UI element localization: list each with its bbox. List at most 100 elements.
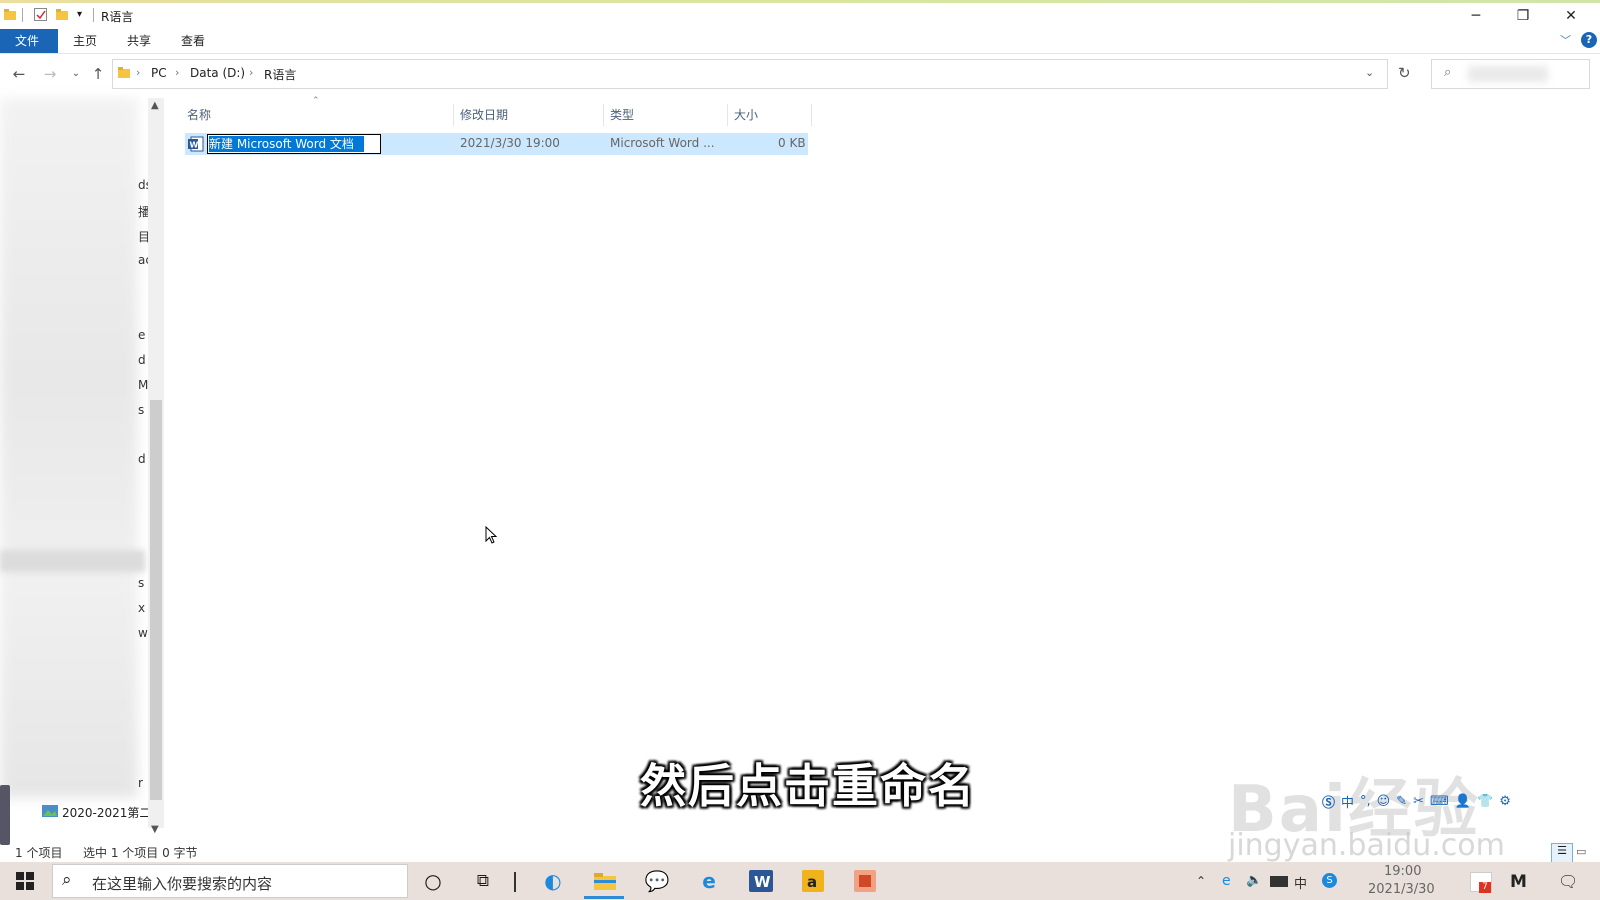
- ime-mode[interactable]: 中: [1341, 792, 1354, 811]
- nav-item-fragment[interactable]: e: [138, 328, 145, 342]
- taskbar-divider: [514, 872, 516, 892]
- tab-share[interactable]: 共享: [112, 29, 166, 53]
- edge-browser-icon[interactable]: ◐: [538, 866, 568, 896]
- svg-text:W: W: [190, 141, 199, 150]
- window-title: R语言: [101, 10, 134, 24]
- task-view-icon[interactable]: ⧉: [468, 866, 498, 896]
- nav-selected-item[interactable]: [0, 550, 145, 572]
- close-button[interactable]: ✕: [1548, 3, 1594, 29]
- clock-time[interactable]: 19:00: [1384, 864, 1421, 879]
- file-explorer-icon[interactable]: [590, 866, 620, 896]
- qa-divider-2: [93, 8, 94, 22]
- ime-skin-icon[interactable]: 👕: [1477, 794, 1493, 809]
- nav-folder-picture-icon: [42, 804, 58, 821]
- watermark-url: jingyan.baidu.com: [1228, 828, 1505, 863]
- video-caption: 然后点击重命名: [640, 759, 976, 813]
- powerpoint-app-icon[interactable]: [850, 866, 880, 896]
- column-header-date[interactable]: 修改日期: [454, 104, 604, 126]
- breadcrumb-chevron-icon: ›: [249, 66, 254, 79]
- taskbar-search-icon: ⌕: [62, 870, 72, 890]
- svg-text:a: a: [807, 873, 817, 891]
- ime-settings-icon[interactable]: ⚙: [1499, 794, 1511, 809]
- breadcrumb-drive[interactable]: Data (D:): [190, 66, 245, 80]
- nav-folder-item[interactable]: 2020-2021第二: [62, 804, 151, 821]
- address-divider: [1387, 59, 1388, 89]
- battery-icon[interactable]: [1270, 876, 1288, 887]
- ime-user-icon[interactable]: 👤: [1455, 794, 1471, 809]
- breadcrumb-chevron-icon: ›: [136, 66, 141, 79]
- nav-item-fragment[interactable]: x: [138, 601, 145, 615]
- cortana-icon[interactable]: ○: [418, 866, 448, 896]
- amazon-app-icon[interactable]: a: [798, 866, 828, 896]
- clock-date[interactable]: 2021/3/30: [1368, 882, 1435, 897]
- taskbar-search-placeholder[interactable]: 在这里输入你要搜索的内容: [92, 873, 272, 894]
- recent-locations-icon[interactable]: ⌄: [66, 64, 86, 84]
- nav-item-fragment[interactable]: s: [138, 576, 144, 590]
- wechat-icon[interactable]: 💬: [642, 866, 672, 896]
- forward-button[interactable]: →: [40, 64, 60, 84]
- tray-overflow-icon[interactable]: ⌃: [1196, 874, 1206, 888]
- ime-toolbar: Ⓢ 中 °, ☺ ✎ ✂ ⌨ 👤 👕 ⚙: [1322, 789, 1598, 813]
- rename-input-selected-text[interactable]: 新建 Microsoft Word 文档: [209, 136, 364, 152]
- sogou-tray-icon[interactable]: S: [1322, 873, 1337, 888]
- properties-icon[interactable]: [34, 8, 47, 21]
- minimize-button[interactable]: ─: [1453, 3, 1499, 29]
- navigation-pane-blurred: [0, 98, 138, 798]
- nav-item-fragment[interactable]: s: [138, 403, 144, 417]
- tray-ie-icon[interactable]: e: [1222, 873, 1231, 889]
- status-item-count: 1 个项目: [15, 846, 63, 860]
- word-file-icon: W: [188, 136, 204, 155]
- column-header-size[interactable]: 大小: [728, 104, 812, 126]
- file-size: 0 KB: [778, 136, 806, 150]
- column-header-type[interactable]: 类型: [604, 104, 728, 126]
- notification-count-badge: 7: [1479, 882, 1491, 893]
- address-dropdown-icon[interactable]: ⌄: [1365, 66, 1374, 79]
- scroll-up-icon[interactable]: ▲: [151, 100, 159, 111]
- large-icons-view-icon[interactable]: ▭: [1576, 845, 1586, 858]
- nav-item-fragment[interactable]: w: [138, 626, 148, 640]
- expand-ribbon-icon[interactable]: ﹀: [1560, 32, 1571, 48]
- ime-emoji-icon[interactable]: ☺: [1377, 794, 1391, 809]
- svg-text:W: W: [754, 873, 771, 891]
- ime-tools-icon[interactable]: ✂: [1413, 794, 1424, 809]
- volume-icon[interactable]: 🔈: [1246, 873, 1262, 888]
- nav-scrollbar-thumb[interactable]: [150, 400, 162, 800]
- left-edge-gadget: [0, 785, 10, 845]
- details-view-icon[interactable]: ☰: [1551, 843, 1573, 863]
- ime-punctuation-icon[interactable]: °,: [1360, 794, 1371, 809]
- ie-browser-icon[interactable]: e: [694, 866, 724, 896]
- back-button[interactable]: ←: [9, 64, 29, 84]
- tab-view[interactable]: 查看: [166, 29, 220, 53]
- mi-app-icon[interactable]: M: [1510, 872, 1527, 892]
- status-selection: 选中 1 个项目 0 字节: [83, 846, 198, 860]
- tab-file[interactable]: 文件: [0, 29, 58, 53]
- customize-qa-icon[interactable]: ▾: [77, 9, 82, 20]
- explorer-active-indicator: [584, 896, 624, 899]
- start-button-icon[interactable]: [10, 866, 40, 896]
- word-app-icon[interactable]: W: [746, 866, 776, 896]
- nav-item-fragment[interactable]: d: [138, 452, 146, 466]
- help-icon[interactable]: ?: [1581, 32, 1597, 48]
- column-header-name[interactable]: 名称: [181, 104, 454, 126]
- qa-divider: [22, 8, 23, 22]
- breadcrumb-chevron-icon: ›: [175, 66, 180, 79]
- breadcrumb-current[interactable]: R语言: [264, 66, 296, 83]
- scroll-down-icon[interactable]: ▼: [151, 824, 159, 835]
- up-button[interactable]: ↑: [88, 64, 108, 84]
- breadcrumb-pc[interactable]: PC: [151, 66, 167, 80]
- nav-item-fragment[interactable]: d: [138, 353, 146, 367]
- ime-keyboard-icon[interactable]: ⌨: [1430, 794, 1449, 809]
- tab-home[interactable]: 主页: [58, 29, 112, 53]
- address-folder-icon: [118, 66, 130, 82]
- restore-button[interactable]: ❐: [1500, 3, 1546, 29]
- nav-item-fragment[interactable]: r: [138, 776, 143, 790]
- new-folder-icon[interactable]: [56, 8, 68, 21]
- search-placeholder-blurred: [1468, 66, 1548, 82]
- action-center-icon[interactable]: 🗨: [1558, 872, 1578, 891]
- folder-icon: [4, 8, 16, 21]
- ime-tray-icon[interactable]: 中: [1294, 873, 1307, 892]
- ime-voice-icon[interactable]: ✎: [1396, 794, 1407, 809]
- refresh-icon[interactable]: ↻: [1398, 64, 1411, 82]
- address-bar[interactable]: [112, 59, 1388, 89]
- ime-logo-icon[interactable]: Ⓢ: [1322, 792, 1335, 811]
